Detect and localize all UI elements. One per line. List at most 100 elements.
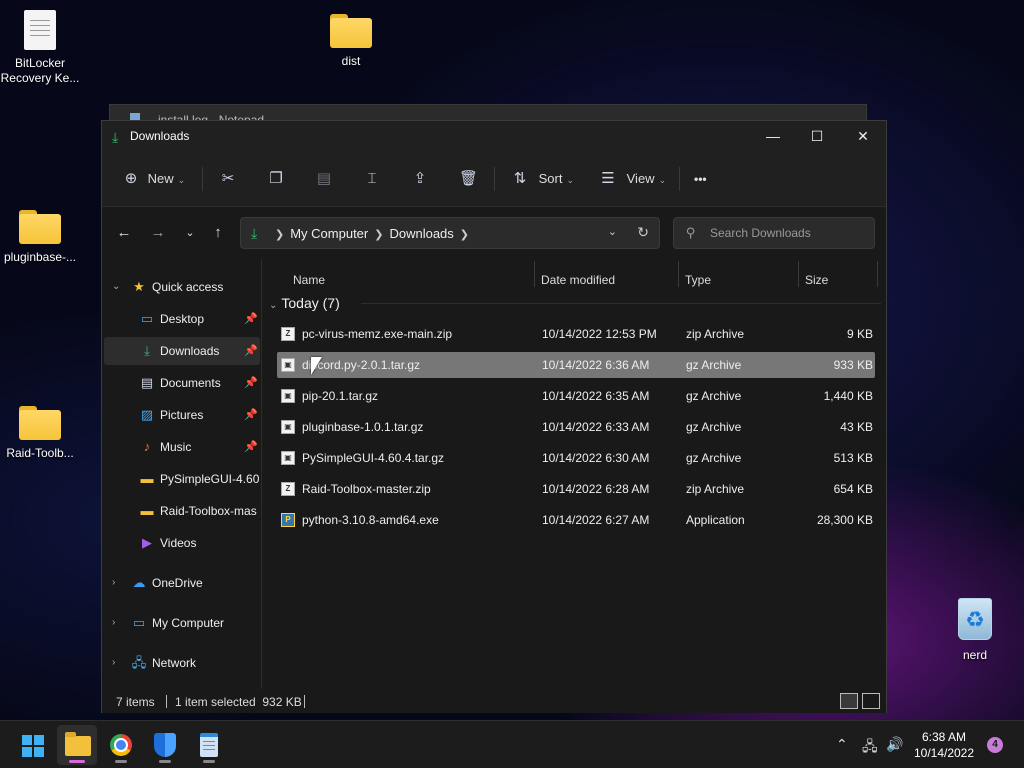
up-button[interactable]: ↑ [204,221,232,245]
column-divider[interactable] [877,261,878,287]
maximize-button[interactable]: ☐ [794,121,840,151]
table-row[interactable]: Z pc-virus-memz.exe-main.zip 10/14/2022 … [277,321,875,347]
view-button[interactable]: ☰ View ⌄ [599,165,666,193]
pictures-icon: ▨ [140,407,154,422]
table-row[interactable]: ▣ discord.py-2.0.1.tar.gz 10/14/2022 6:3… [277,352,875,378]
nav-label: OneDrive [152,576,203,590]
delete-button[interactable]: 🗑 [459,165,478,193]
cut-button[interactable]: ✂ [219,165,237,193]
table-row[interactable]: ▣ pip-20.1.tar.gz 10/14/2022 6:35 AM gz … [277,383,875,409]
desktop-icon-pluginbase[interactable]: pluginbase-... [0,210,80,265]
column-header-name[interactable]: Name [293,273,325,287]
table-row[interactable]: Z Raid-Toolbox-master.zip 10/14/2022 6:2… [277,476,875,502]
nav-network[interactable]: › 🖧 Network [104,649,260,677]
close-button[interactable]: ✕ [840,121,886,151]
desktop-icon-dist[interactable]: dist [311,14,391,69]
refresh-icon[interactable]: ↻ [637,224,649,241]
taskbar-chrome[interactable] [101,725,141,765]
videos-icon: ▶ [142,535,152,550]
item-count: 7 items [116,695,155,709]
pin-icon[interactable]: 📌 [244,401,258,429]
table-row[interactable]: ▣ PySimpleGUI-4.60.4.tar.gz 10/14/2022 6… [277,445,875,471]
rename-icon: ⌶ [367,170,377,187]
nav-onedrive[interactable]: › ☁ OneDrive [104,569,260,597]
sort-label: Sort [538,171,563,186]
file-size: 513 KB [833,451,873,465]
new-label: New [147,171,174,186]
nav-item-pictures[interactable]: ▨ Pictures 📌 [104,401,260,429]
breadcrumb-downloads[interactable]: Downloads [389,226,453,241]
show-hidden-icons-button[interactable]: ⌃ [836,736,848,753]
nav-quick-access[interactable]: ⌄ ★ Quick access [104,273,260,301]
desktop-icon-label: dist [341,54,361,68]
start-button[interactable] [12,725,52,765]
table-row[interactable]: ▣ pluginbase-1.0.1.tar.gz 10/14/2022 6:3… [277,414,875,440]
network-status-icon[interactable]: 🖧 [862,736,878,760]
search-input[interactable] [710,224,865,242]
taskbar-file-explorer[interactable] [57,725,97,765]
pin-icon[interactable]: 📌 [244,305,258,333]
file-date: 10/14/2022 6:33 AM [542,420,650,434]
file-size: 28,300 KB [816,513,873,527]
clock-time: 6:38 AM [921,730,967,744]
download-icon: ⤓ [251,225,258,241]
column-divider[interactable] [534,261,535,287]
table-row[interactable]: P python-3.10.8-amd64.exe 10/14/2022 6:2… [277,507,875,533]
new-button[interactable]: ⊕ New ⌄ [122,165,185,193]
breadcrumb-my-computer[interactable]: My Computer [290,226,368,241]
taskbar-defender[interactable] [145,725,185,765]
nav-item-downloads[interactable]: ⤓ Downloads 📌 [104,337,260,365]
minimize-button[interactable]: — [750,121,796,151]
chevron-down-icon: ⌄ [269,300,278,311]
group-divider [361,303,881,304]
file-explorer-window[interactable]: ⤓ Downloads — ☐ ✕ ⊕ New ⌄ ✂ ❐ ▤ ⌶ ⇪ 🗑 ⇅ S… [101,120,887,713]
recent-locations-button[interactable]: ⌄ [176,221,204,245]
nav-item-videos[interactable]: ▶ Videos [104,529,260,557]
share-icon: ⇪ [413,170,427,187]
file-size: 9 KB [846,327,873,341]
column-header-type[interactable]: Type [685,273,711,287]
address-bar[interactable]: ⤓ ❯ My Computer ❯ Downloads ❯ ⌄ ↻ [240,217,660,249]
nav-item-desktop[interactable]: ▭ Desktop 📌 [104,305,260,333]
desktop-icon-raid-toolbox[interactable]: Raid-Toolb... [0,406,80,461]
column-divider[interactable] [798,261,799,287]
column-header-date[interactable]: Date modified [541,273,615,287]
back-button[interactable]: ← [110,221,138,245]
nav-item-documents[interactable]: ▤ Documents 📌 [104,369,260,397]
nav-item-pysimplegui[interactable]: ▬ PySimpleGUI-4.60. [104,465,261,493]
desktop-icon-bitlocker[interactable]: BitLocker Recovery Ke... [0,10,80,86]
nav-item-raid-toolbox[interactable]: ▬ Raid-Toolbox-mas [104,497,260,525]
taskbar-notepad[interactable] [189,725,229,765]
forward-button[interactable]: → [144,221,172,245]
group-header-today[interactable]: ⌄ Today (7) [269,295,881,311]
paste-button[interactable]: ▤ [315,165,333,193]
column-header-size[interactable]: Size [805,273,828,287]
chevron-right-icon: ❯ [459,229,470,241]
pin-icon[interactable]: 📌 [244,433,258,461]
nav-item-music[interactable]: ♪ Music 📌 [104,433,260,461]
clock[interactable]: 6:38 AM 10/14/2022 [912,729,976,761]
file-type: gz Archive [686,451,742,465]
pin-icon[interactable]: 📌 [244,337,258,365]
title-bar[interactable]: ⤓ Downloads — ☐ ✕ [102,121,886,151]
notification-badge[interactable]: 4 [987,737,1003,753]
desktop-icon-recycle-bin[interactable]: nerd [935,598,1015,663]
more-options-button[interactable]: ••• [694,165,707,193]
search-box[interactable]: ⚲ [673,217,875,249]
nav-my-computer[interactable]: › ▭ My Computer [104,609,260,637]
copy-button[interactable]: ❐ [267,165,285,193]
file-date: 10/14/2022 12:53 PM [542,327,657,341]
share-button[interactable]: ⇪ [411,165,429,193]
column-divider[interactable] [678,261,679,287]
desktop-icon-label: nerd [962,648,988,662]
details-view-button[interactable] [840,693,858,709]
file-type: Application [686,513,745,527]
large-icons-view-button[interactable] [862,693,880,709]
sort-button[interactable]: ⇅ Sort ⌄ [511,165,574,193]
rename-button[interactable]: ⌶ [363,165,381,193]
address-dropdown-icon[interactable]: ⌄ [608,225,617,238]
file-date: 10/14/2022 6:28 AM [542,482,650,496]
pin-icon[interactable]: 📌 [244,369,258,397]
volume-icon[interactable]: 🔊 [886,736,903,753]
nav-label: Raid-Toolbox-mas [160,504,257,518]
